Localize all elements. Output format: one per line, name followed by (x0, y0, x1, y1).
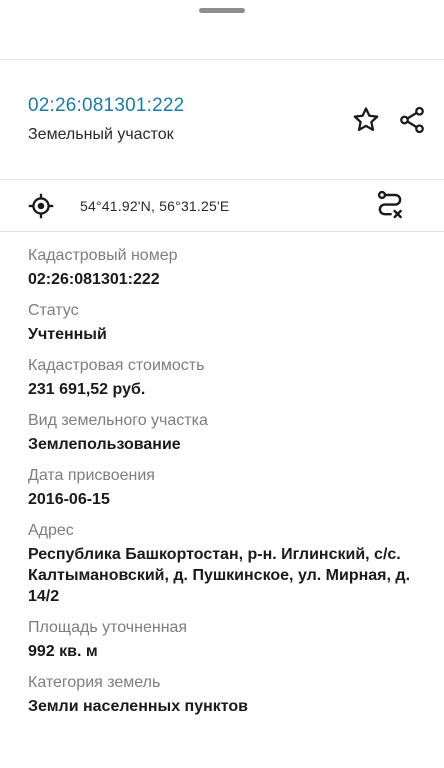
field-label: Площадь уточненная (28, 619, 188, 636)
field-value: 231 691,52 руб. (28, 381, 146, 398)
route-icon[interactable] (373, 188, 407, 222)
field-label: Вид земельного участка (28, 412, 208, 429)
field-value: Землепользование (28, 436, 181, 453)
field-value: Республика Башкортостан, р-н. Иглинский,… (28, 546, 411, 605)
field-land-type: Вид земельного участка Землепользование (28, 411, 416, 455)
object-header: 02:26:081301:222 Земельный участок (0, 60, 444, 180)
coordinates-bar: 54°41.92'N, 56°31.25'E (0, 180, 444, 232)
star-icon[interactable] (349, 103, 383, 137)
field-label: Адрес (28, 522, 74, 539)
object-type-label: Земельный участок (28, 126, 174, 143)
field-label: Статус (28, 302, 79, 319)
field-value: 992 кв. м (28, 643, 98, 660)
field-address: Адрес Республика Башкортостан, р-н. Игли… (28, 521, 416, 607)
field-label: Категория земель (28, 674, 161, 691)
field-land-category: Категория земель Земли населенных пункто… (28, 673, 416, 717)
field-value: Земли населенных пунктов (28, 698, 249, 715)
field-label: Кадастровая стоимость (28, 357, 205, 374)
field-cadastral-value: Кадастровая стоимость 231 691,52 руб. (28, 356, 416, 400)
field-area: Площадь уточненная 992 кв. м (28, 618, 416, 662)
field-assignment-date: Дата присвоения 2016-06-15 (28, 466, 416, 510)
field-label: Кадастровый номер (28, 247, 178, 264)
details-list: Кадастровый номер 02:26:081301:222 Стату… (0, 232, 444, 717)
field-cadastral-number: Кадастровый номер 02:26:081301:222 (28, 246, 416, 290)
coordinates-text[interactable]: 54°41.92'N, 56°31.25'E (80, 198, 229, 214)
sheet-drag-handle[interactable] (199, 8, 245, 13)
field-value: Учтенный (28, 326, 107, 343)
cadastral-number-link[interactable]: 02:26:081301:222 (28, 95, 184, 117)
share-icon[interactable] (395, 103, 429, 137)
crosshair-icon[interactable] (24, 189, 58, 223)
field-status: Статус Учтенный (28, 301, 416, 345)
field-label: Дата присвоения (28, 467, 155, 484)
field-value: 2016-06-15 (28, 491, 110, 508)
field-value: 02:26:081301:222 (28, 271, 160, 288)
